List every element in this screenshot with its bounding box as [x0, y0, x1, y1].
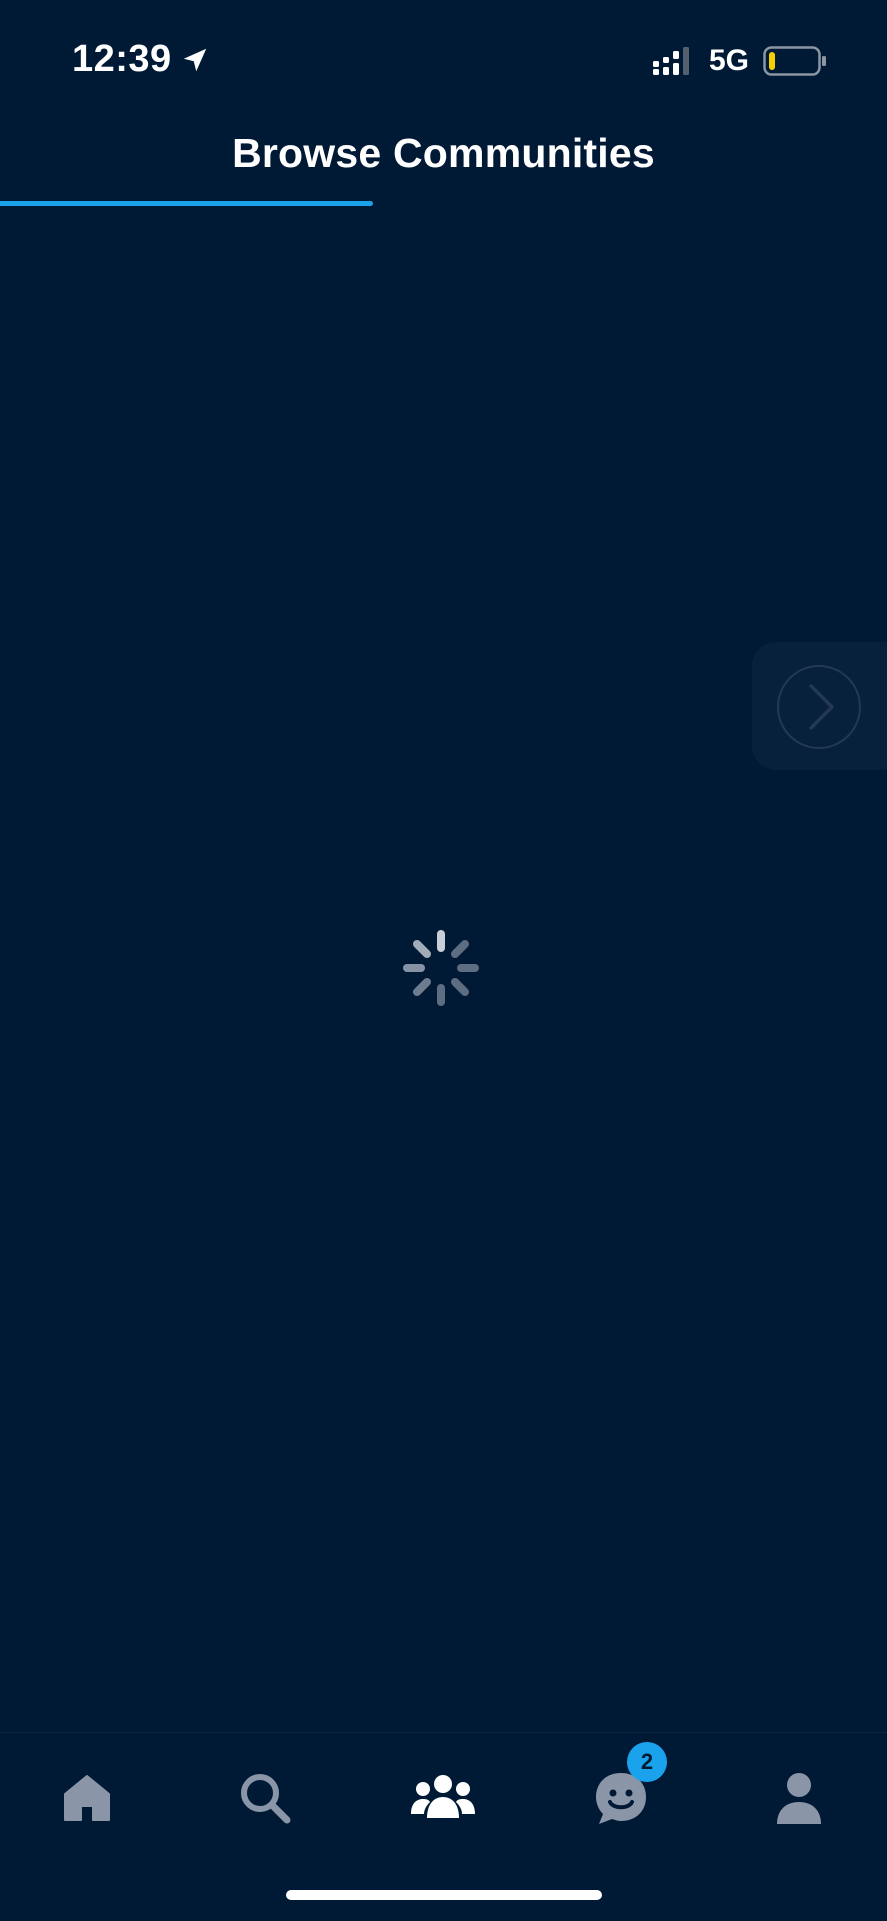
search-icon	[241, 1774, 291, 1824]
page-header: Browse Communities	[0, 120, 887, 210]
battery-icon	[763, 46, 826, 76]
location-arrow-icon	[183, 48, 206, 71]
people-group-icon	[411, 1775, 475, 1818]
chat-notification-badge: 2	[627, 1742, 667, 1782]
tab-home[interactable]	[52, 1763, 122, 1833]
status-right: 5G	[651, 44, 827, 78]
page-title: Browse Communities	[232, 130, 655, 176]
progress-fill	[0, 201, 373, 206]
network-label: 5G	[708, 44, 749, 77]
onboarding-progress-bar	[0, 201, 887, 206]
cellular-signal-icon	[652, 47, 689, 75]
tab-communities[interactable]	[408, 1763, 478, 1833]
status-time: 12:39	[72, 38, 210, 81]
next-page-handle[interactable]	[752, 642, 887, 770]
tab-profile[interactable]	[764, 1763, 834, 1833]
user-icon	[777, 1773, 821, 1824]
loading-spinner-icon	[403, 930, 479, 1006]
home-icon	[64, 1775, 110, 1821]
tab-search[interactable]	[230, 1763, 300, 1833]
status-bar: 12:39 5G	[0, 0, 887, 110]
chevron-right-icon	[777, 665, 861, 749]
home-indicator[interactable]	[286, 1890, 602, 1900]
clock-text: 12:39	[72, 38, 172, 80]
